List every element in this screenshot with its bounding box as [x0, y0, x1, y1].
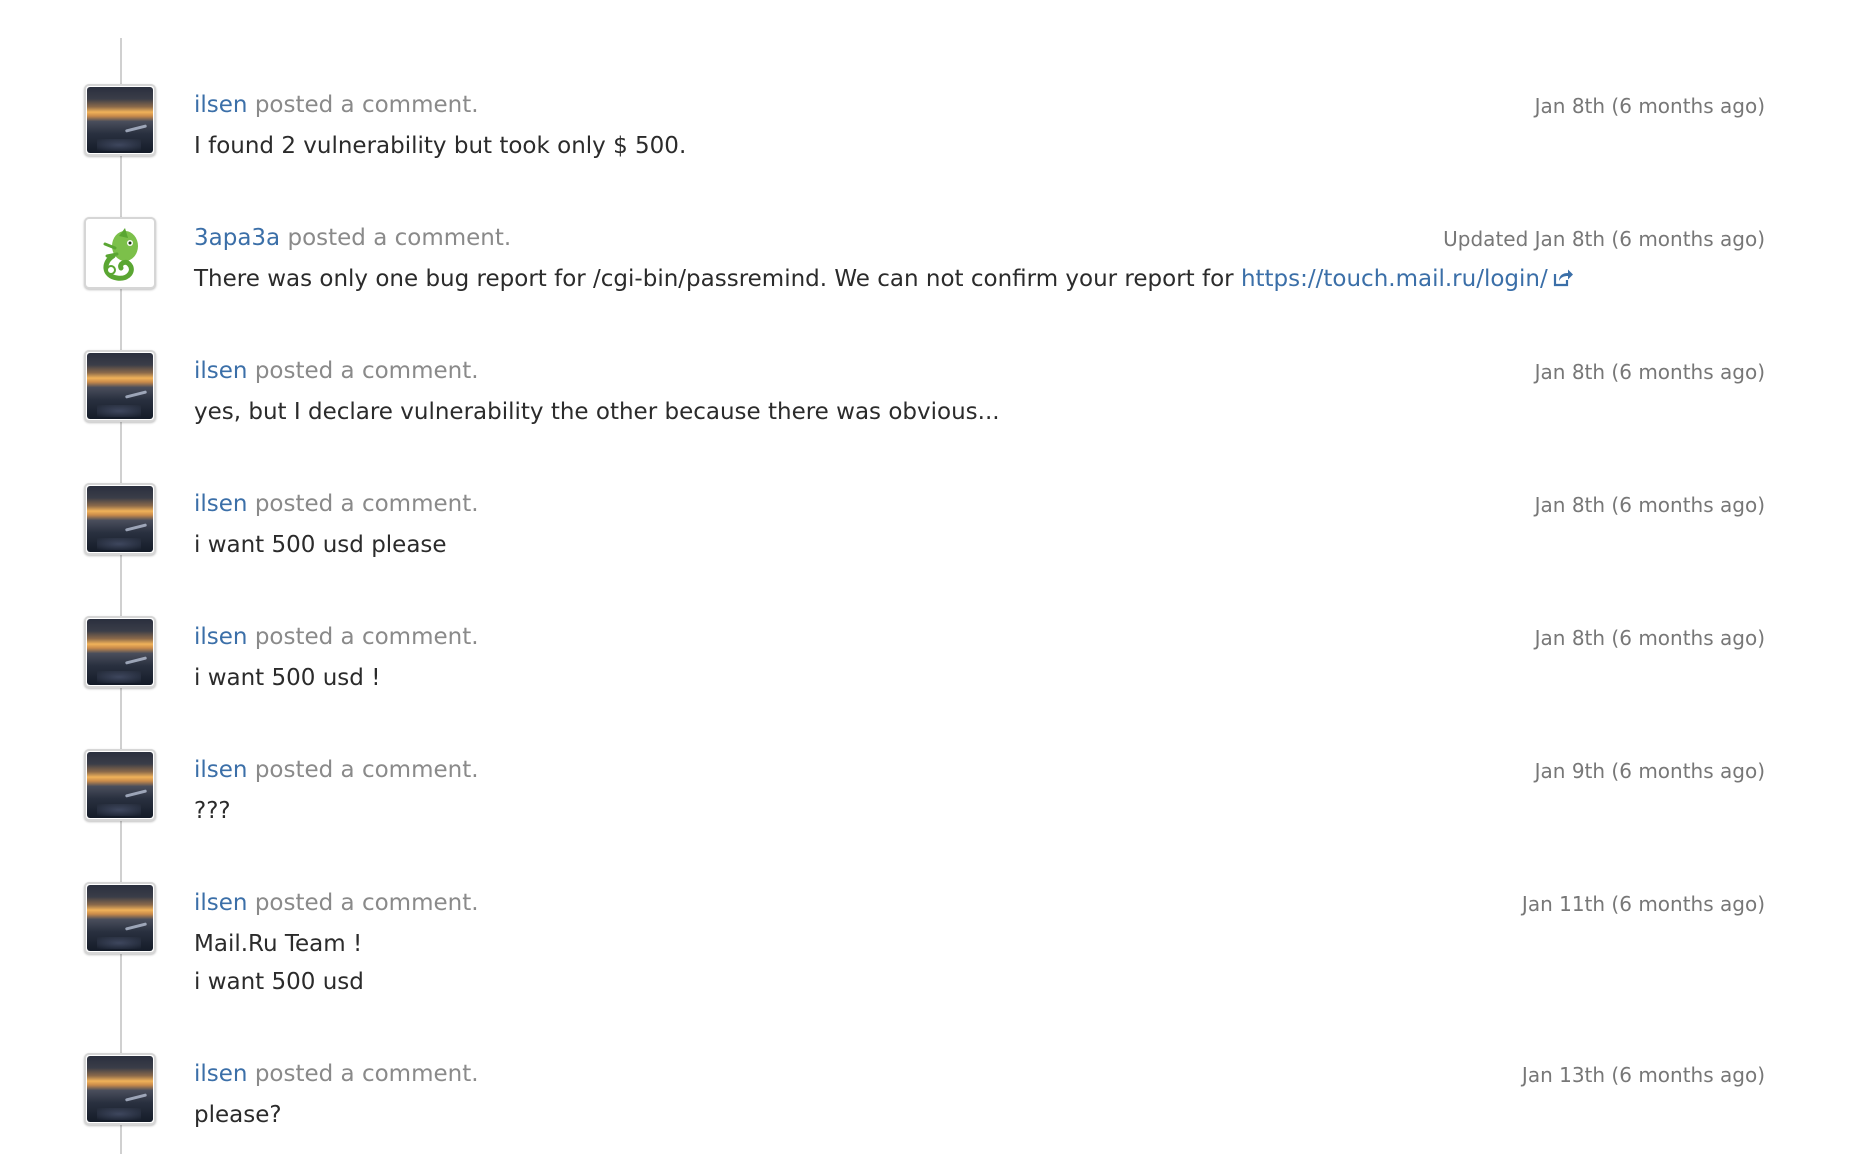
author-link[interactable]: ilsen [194, 890, 248, 916]
action-text: posted a comment. [254, 92, 479, 118]
avatar[interactable] [84, 616, 156, 688]
comment-text: i want 500 usd ! [194, 665, 381, 691]
comment-body: i want 500 usd please [194, 526, 447, 564]
comment-body: Mail.Ru Team ! i want 500 usd [194, 925, 364, 1001]
comment-meta: ilsen posted a comment. [194, 1059, 479, 1089]
comment-text: ??? [194, 798, 231, 824]
comment-text: please? [194, 1102, 282, 1128]
comment-text: Mail.Ru Team ! [194, 931, 363, 957]
action-text: posted a comment. [254, 1061, 479, 1087]
comment-timestamp[interactable]: Jan 8th (6 months ago) [1535, 492, 1765, 518]
comment-meta: ilsen posted a comment. [194, 755, 479, 785]
action-text: posted a comment. [254, 757, 479, 783]
lizard-logo-icon [87, 220, 153, 286]
comment-body: There was only one bug report for /cgi-b… [194, 260, 1574, 300]
comment-body: yes, but I declare vulnerability the oth… [194, 393, 1000, 431]
author-link[interactable]: ilsen [194, 624, 248, 650]
comment-timestamp[interactable]: Jan 8th (6 months ago) [1535, 359, 1765, 385]
sunset-photo-icon [87, 1056, 153, 1122]
author-link[interactable]: ilsen [194, 757, 248, 783]
action-text: posted a comment. [287, 225, 512, 251]
comment-body: i want 500 usd ! [194, 659, 380, 697]
comment-timestamp[interactable]: Jan 11th (6 months ago) [1522, 891, 1765, 917]
sunset-photo-icon [87, 87, 153, 153]
timeline-line [120, 38, 122, 1154]
comment-body: ??? [194, 792, 231, 830]
link-text[interactable]: https://touch.mail.ru/login/ [1241, 266, 1548, 292]
comment-timestamp[interactable]: Jan 9th (6 months ago) [1535, 758, 1765, 784]
avatar[interactable] [84, 749, 156, 821]
action-text: posted a comment. [254, 491, 479, 517]
comment-timestamp[interactable]: Updated Jan 8th (6 months ago) [1443, 226, 1765, 252]
external-link-icon[interactable] [1552, 262, 1574, 300]
author-link[interactable]: ilsen [194, 358, 248, 384]
comment-timestamp[interactable]: Jan 8th (6 months ago) [1535, 93, 1765, 119]
avatar[interactable] [84, 882, 156, 954]
sunset-photo-icon [87, 353, 153, 419]
comment-text: i want 500 usd [194, 969, 364, 995]
sunset-photo-icon [87, 619, 153, 685]
sunset-photo-icon [87, 885, 153, 951]
action-text: posted a comment. [254, 358, 479, 384]
avatar[interactable] [84, 217, 156, 289]
avatar[interactable] [84, 84, 156, 156]
comment-text: yes, but I declare vulnerability the oth… [194, 399, 1000, 425]
activity-timeline: ilsen posted a comment. Jan 8th (6 month… [0, 0, 1858, 1154]
comment-timestamp[interactable]: Jan 13th (6 months ago) [1522, 1062, 1765, 1088]
comment-meta: ilsen posted a comment. [194, 489, 479, 519]
author-link[interactable]: 3apa3a [194, 225, 280, 251]
comment-meta: ilsen posted a comment. [194, 888, 479, 918]
action-text: posted a comment. [254, 624, 479, 650]
comment-text: There was only one bug report for /cgi-b… [194, 266, 1241, 292]
avatar[interactable] [84, 350, 156, 422]
comment-meta: ilsen posted a comment. [194, 356, 479, 386]
comment-body: please? [194, 1096, 282, 1134]
comment-meta: ilsen posted a comment. [194, 90, 479, 120]
comment-meta: ilsen posted a comment. [194, 622, 479, 652]
comment-body: I found 2 vulnerability but took only $ … [194, 127, 686, 165]
avatar[interactable] [84, 483, 156, 555]
comment-timestamp[interactable]: Jan 8th (6 months ago) [1535, 625, 1765, 651]
author-link[interactable]: ilsen [194, 92, 248, 118]
avatar[interactable] [84, 1053, 156, 1125]
sunset-photo-icon [87, 752, 153, 818]
author-link[interactable]: ilsen [194, 491, 248, 517]
comment-meta: 3apa3a posted a comment. [194, 223, 511, 253]
comment-text: I found 2 vulnerability but took only $ … [194, 133, 687, 159]
action-text: posted a comment. [254, 890, 479, 916]
sunset-photo-icon [87, 486, 153, 552]
author-link[interactable]: ilsen [194, 1061, 248, 1087]
external-link[interactable]: https://touch.mail.ru/login/ [1241, 266, 1574, 292]
comment-text: i want 500 usd please [194, 532, 447, 558]
